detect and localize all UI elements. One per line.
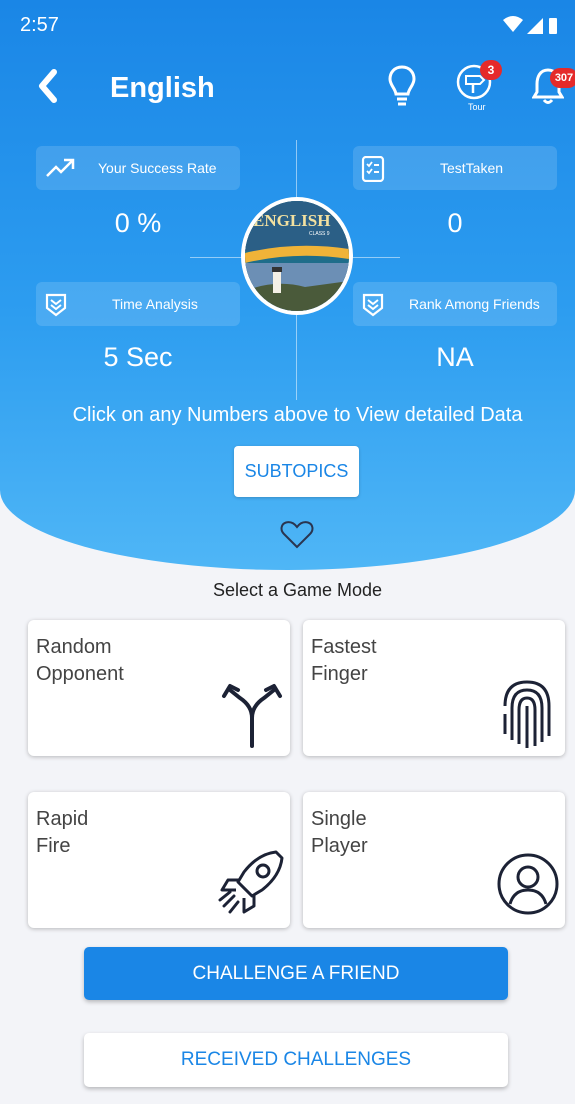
checklist-icon (361, 155, 385, 185)
shield-chevron-icon (44, 292, 68, 321)
time-analysis-pill[interactable]: Time Analysis (36, 282, 240, 326)
trend-up-icon (44, 156, 76, 183)
tests-taken-label: TestTaken (440, 160, 504, 176)
received-challenges-button[interactable]: RECEIVED CHALLENGES (84, 1033, 508, 1087)
signal-icon (527, 18, 543, 34)
split-arrows-icon (220, 676, 284, 753)
shield-chevron-icon (361, 292, 385, 321)
cover-title: ENGLISH (253, 211, 331, 230)
tour-badge: 3 (480, 60, 502, 80)
status-time: 2:57 (20, 14, 59, 36)
mode-label: Rapid Fire (36, 808, 89, 857)
mode-card-fastest-finger[interactable]: Fastest Finger (303, 620, 565, 756)
mode-card-rapid-fire[interactable]: Rapid Fire (28, 792, 290, 928)
heart-icon (280, 521, 314, 549)
rocket-icon (218, 846, 288, 925)
time-analysis-value[interactable]: 5 Sec (36, 342, 240, 373)
subject-cover-image: ENGLISH CLASS 9 (241, 197, 353, 315)
time-analysis-label: Time Analysis (112, 296, 198, 312)
mode-label: Single Player (311, 808, 368, 857)
chevron-left-icon (39, 69, 57, 103)
tests-taken-pill[interactable]: TestTaken (353, 146, 557, 190)
top-bar: English Tour 3 307 (0, 60, 575, 120)
battery-icon (549, 18, 557, 34)
tour-button[interactable]: Tour 3 (456, 60, 502, 112)
status-bar: 2:57 (0, 0, 575, 50)
rank-label: Rank Among Friends (409, 296, 540, 312)
success-rate-label: Your Success Rate (98, 160, 217, 176)
notifications-button[interactable]: 307 (531, 66, 575, 111)
success-rate-pill[interactable]: Your Success Rate (36, 146, 240, 190)
hint-bulb-button[interactable] (388, 64, 416, 115)
cover-subtitle: CLASS 9 (309, 231, 330, 237)
wifi-icon (503, 16, 523, 32)
success-rate-value[interactable]: 0 % (36, 208, 240, 239)
select-mode-heading: Select a Game Mode (212, 580, 383, 600)
user-circle-icon (496, 852, 560, 921)
tests-taken-value[interactable]: 0 (353, 208, 557, 239)
challenge-friend-button[interactable]: CHALLENGE A FRIEND (84, 947, 508, 1000)
favorite-button[interactable] (280, 520, 314, 555)
notification-badge: 307 (550, 68, 575, 88)
hint-text: Click on any Numbers above to View detai… (72, 404, 523, 426)
mode-label: Random Opponent (36, 636, 124, 685)
mode-card-single-player[interactable]: Single Player (303, 792, 565, 928)
page-title: English (110, 72, 215, 104)
back-button[interactable] (34, 66, 62, 111)
rank-value[interactable]: NA (353, 342, 557, 373)
mode-card-random-opponent[interactable]: Random Opponent (28, 620, 290, 756)
subtopics-button[interactable]: SUBTOPICS (234, 446, 359, 497)
rank-pill[interactable]: Rank Among Friends (353, 282, 557, 326)
tour-label: Tour (468, 102, 486, 112)
fingerprint-icon (497, 676, 557, 755)
lightbulb-icon (388, 65, 416, 106)
status-icons (501, 14, 561, 41)
mode-label: Fastest Finger (311, 636, 377, 685)
